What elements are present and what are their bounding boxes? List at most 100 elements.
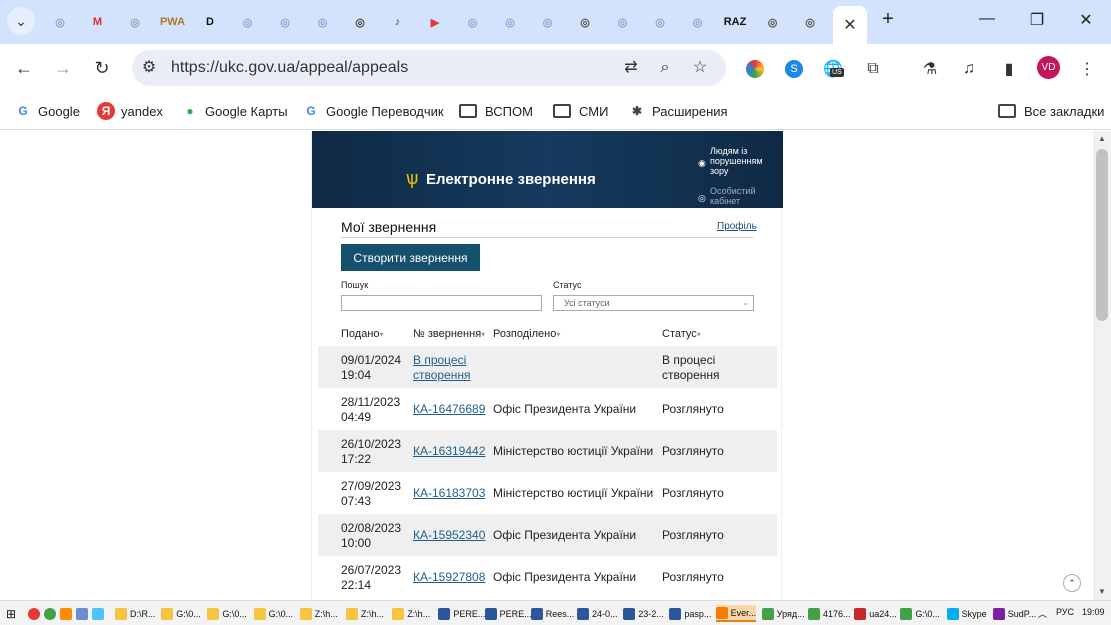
bookmark-google-maps[interactable]: ● Google Карты: [181, 101, 287, 121]
pinned-app-icon[interactable]: [92, 605, 107, 622]
taskbar-window-item[interactable]: ua24...: [854, 605, 897, 622]
tab-site-icon[interactable]: RAZ: [724, 12, 747, 32]
bookmark-star-icon[interactable]: ☆: [690, 58, 710, 78]
bookmark-yandex[interactable]: Яyandex: [97, 101, 163, 121]
column-header-assigned[interactable]: Розподілено▾: [493, 328, 560, 340]
appeal-number-link[interactable]: КА-15952340: [413, 528, 485, 543]
tab-globe-icon[interactable]: ◎: [800, 12, 820, 32]
profile-link[interactable]: Профіль: [717, 221, 757, 232]
appeal-number-link[interactable]: В процесі створення: [413, 353, 483, 383]
taskbar-window-item[interactable]: Skype: [946, 605, 987, 622]
appeal-number-link[interactable]: КА-16319442: [413, 444, 485, 459]
search-input[interactable]: [341, 295, 542, 311]
taskbar-window-item[interactable]: Z:\h...: [299, 605, 338, 622]
taskbar-window-item[interactable]: 4176...: [808, 605, 851, 622]
taskbar-window-item[interactable]: D:\R...: [115, 605, 156, 622]
tab-gmail-icon[interactable]: M: [88, 12, 108, 32]
taskbar-window-item[interactable]: 24-0...: [577, 605, 618, 622]
scroll-down-icon[interactable]: ▼: [1097, 587, 1107, 596]
taskbar-window-item[interactable]: G:\0...: [161, 605, 201, 622]
tab-site-icon[interactable]: ◎: [350, 12, 370, 32]
zoom-icon[interactable]: ⌕: [655, 58, 675, 78]
language-indicator[interactable]: РУС: [1056, 607, 1074, 617]
translate-icon[interactable]: ⇄: [621, 58, 641, 78]
menu-kebab-icon[interactable]: ⋮: [1076, 58, 1098, 80]
tab-site-icon[interactable]: ◎: [688, 12, 708, 32]
taskbar-window-item[interactable]: PERE...: [484, 605, 532, 622]
site-info-icon[interactable]: ⚙: [139, 58, 159, 78]
pinned-app-icon[interactable]: [60, 605, 75, 622]
taskbar-window-item[interactable]: G:\0...: [253, 605, 293, 622]
taskbar-window-item[interactable]: 23-2...: [623, 605, 664, 622]
media-control-icon[interactable]: ♫: [958, 58, 980, 80]
extension-shazam-icon[interactable]: S: [783, 58, 805, 80]
extension-color-icon[interactable]: [744, 58, 766, 80]
side-panel-icon[interactable]: ▮: [998, 58, 1020, 80]
clock[interactable]: 19:09: [1082, 607, 1105, 617]
all-bookmarks[interactable]: Все закладки: [998, 101, 1104, 121]
tab-site-icon[interactable]: ◎: [463, 12, 483, 32]
tab-site-icon[interactable]: ◎: [313, 12, 333, 32]
tab-site-icon[interactable]: ◎: [275, 12, 295, 32]
bookmark-google-translate[interactable]: G Google Переводчик: [302, 101, 443, 121]
extensions-puzzle-icon[interactable]: ⧉: [862, 58, 884, 80]
tab-speaker-icon[interactable]: ♪: [388, 12, 408, 32]
tray-chevron-icon[interactable]: ︿: [1038, 607, 1047, 620]
tab-site-icon[interactable]: ◎: [763, 12, 783, 32]
column-header-number[interactable]: № звернення▾: [413, 328, 485, 340]
bookmark-folder-vspom[interactable]: ВСПОМ: [459, 101, 533, 121]
chrome-pinned-icon[interactable]: [44, 605, 59, 622]
pinned-app-icon[interactable]: [76, 605, 91, 622]
bookmark-folder-smi[interactable]: СМИ: [553, 101, 608, 121]
profile-avatar[interactable]: VD: [1037, 56, 1060, 79]
address-bar[interactable]: ⚙ https://ukc.gov.ua/appeal/appeals ⇄ ⌕ …: [132, 50, 726, 86]
tab-site-icon[interactable]: ◎: [500, 12, 520, 32]
maximize-button[interactable]: ❐: [1027, 10, 1047, 30]
appeal-number-link[interactable]: КА-16183703: [413, 486, 485, 501]
personal-cabinet-link[interactable]: Особистий кабінет: [710, 186, 780, 206]
tab-gear-icon[interactable]: ◎: [50, 12, 70, 32]
bookmark-extensions[interactable]: ✱ Расширения: [628, 101, 728, 121]
tab-site-icon[interactable]: ◎: [125, 12, 145, 32]
tab-site-icon[interactable]: PWA: [160, 12, 185, 32]
taskbar-window-item[interactable]: pasp...: [669, 605, 711, 622]
reload-button[interactable]: ↻: [90, 56, 114, 80]
column-header-status[interactable]: Статус▾: [662, 328, 701, 340]
tab-site-icon[interactable]: ◎: [538, 12, 558, 32]
appeal-number-link[interactable]: КА-16476689: [413, 402, 485, 417]
tab-search-dropdown-button[interactable]: ⌄: [7, 7, 35, 35]
labs-flask-icon[interactable]: ⚗: [919, 58, 941, 80]
taskbar-window-item[interactable]: SudP...: [992, 605, 1036, 622]
status-select[interactable]: Усі статуси ⌄: [553, 295, 754, 311]
bookmark-google[interactable]: G Google: [14, 101, 80, 121]
scroll-to-top-button[interactable]: ⌃: [1063, 574, 1081, 592]
vision-impaired-link[interactable]: Людям із порушенням зору: [710, 146, 780, 176]
tab-youtube-icon[interactable]: ▶: [425, 12, 445, 32]
tab-site-icon[interactable]: D: [200, 12, 220, 32]
appeal-number-link[interactable]: КА-15927808: [413, 570, 485, 585]
close-tab-icon[interactable]: ✕: [833, 6, 867, 44]
tab-site-icon[interactable]: ◎: [650, 12, 670, 32]
taskbar-window-item[interactable]: G:\0...: [207, 605, 247, 622]
minimize-button[interactable]: —: [977, 10, 997, 28]
taskbar-window-item[interactable]: Z:\h...: [346, 605, 384, 622]
scroll-up-icon[interactable]: ▲: [1097, 134, 1107, 143]
create-appeal-button[interactable]: Створити звернення: [341, 244, 480, 271]
start-button[interactable]: ⊞: [6, 605, 16, 622]
taskbar-window-item[interactable]: PERE...: [438, 605, 485, 622]
extension-vpn-icon[interactable]: 🌐US: [822, 58, 844, 80]
url-text[interactable]: https://ukc.gov.ua/appeal/appeals: [171, 59, 408, 77]
taskbar-window-item[interactable]: Z:\h...: [392, 605, 430, 622]
tab-site-icon[interactable]: ◎: [613, 12, 633, 32]
forward-button[interactable]: →: [51, 56, 75, 80]
taskbar-window-item[interactable]: Ever...: [715, 605, 757, 622]
new-tab-button[interactable]: +: [878, 8, 898, 31]
chrome-pinned-icon[interactable]: [28, 605, 43, 622]
back-button[interactable]: ←: [12, 56, 36, 80]
taskbar-window-item[interactable]: G:\0...: [900, 605, 940, 622]
tab-globe-icon[interactable]: ◎: [575, 12, 595, 32]
scroll-thumb[interactable]: [1096, 149, 1108, 321]
page-scrollbar[interactable]: ▲ ▼: [1093, 131, 1111, 600]
taskbar-window-item[interactable]: Уряд...: [761, 605, 805, 622]
close-window-button[interactable]: ✕: [1076, 10, 1096, 30]
